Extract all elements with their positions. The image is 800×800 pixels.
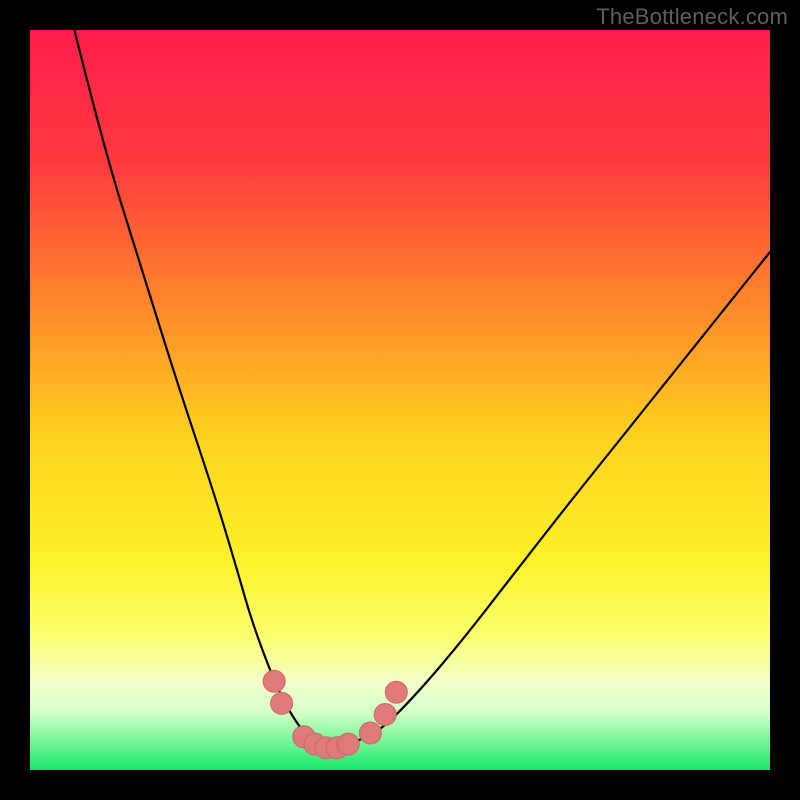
curve-marker: [359, 722, 381, 744]
curve-marker: [263, 670, 285, 692]
curve-marker: [337, 733, 359, 755]
watermark-label: TheBottleneck.com: [596, 4, 788, 30]
bottleneck-chart: [30, 30, 770, 770]
curve-marker: [271, 692, 293, 714]
gradient-background: [30, 30, 770, 770]
plot-area: [30, 30, 770, 770]
curve-marker: [385, 681, 407, 703]
curve-marker: [374, 704, 396, 726]
chart-frame: TheBottleneck.com: [0, 0, 800, 800]
